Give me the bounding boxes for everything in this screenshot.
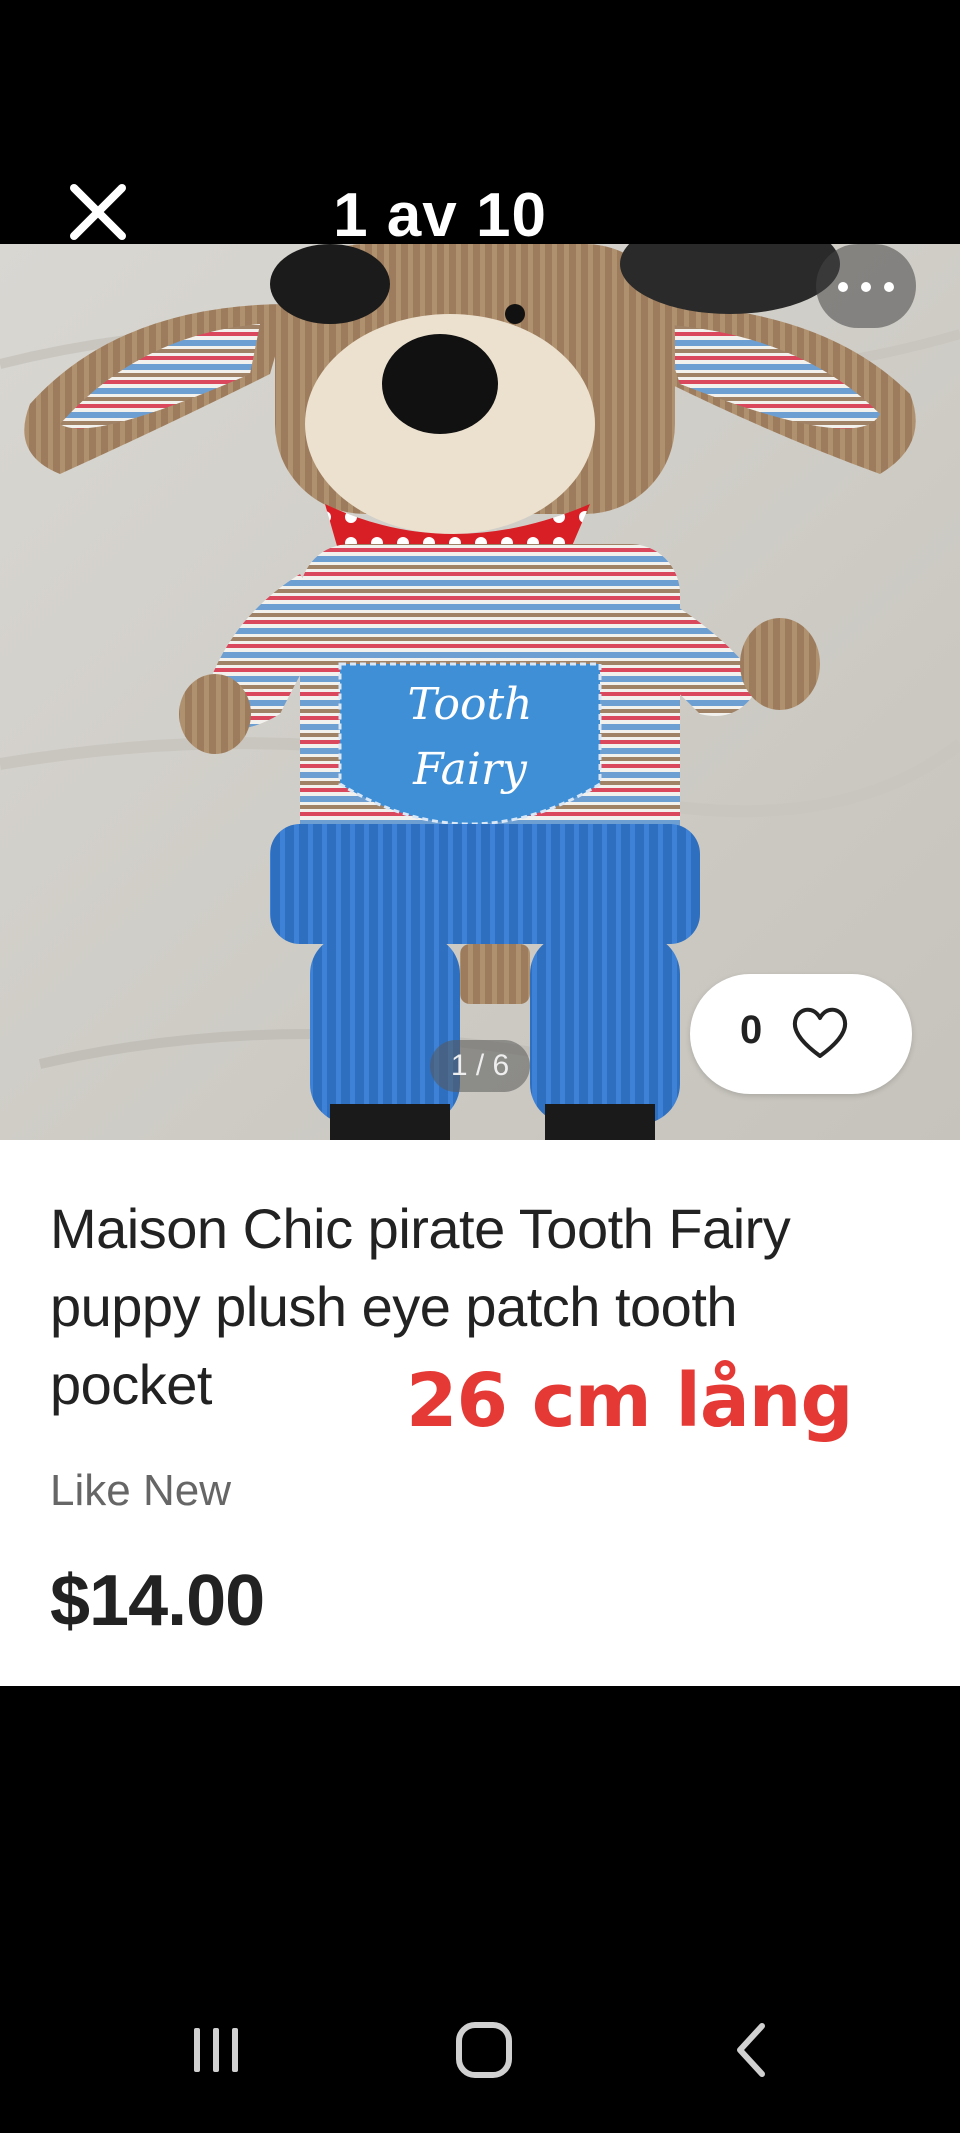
recents-button[interactable] xyxy=(176,2020,256,2080)
product-card: Maison Chic pirate Tooth Fairy puppy plu… xyxy=(0,1140,960,1686)
back-button[interactable] xyxy=(712,2020,792,2080)
viewer-top-bar: 1 av 10 xyxy=(0,0,960,250)
size-annotation: 26 cm lång xyxy=(406,1358,853,1444)
home-icon xyxy=(456,2022,512,2078)
back-icon xyxy=(737,2023,765,2077)
recents-icon xyxy=(194,2028,238,2072)
product-screenshot: Tooth Fairy 1 / 6 0 Maison Chic pirate T… xyxy=(0,244,960,1686)
system-nav-bar xyxy=(0,1990,960,2133)
pocket-text-line2: Fairy xyxy=(412,744,528,795)
product-condition: Like New xyxy=(50,1466,231,1515)
home-button[interactable] xyxy=(444,2020,524,2080)
more-options-button[interactable] xyxy=(816,244,916,328)
photo-page-indicator: 1 / 6 xyxy=(430,1040,530,1092)
heart-icon xyxy=(792,1007,848,1058)
image-counter: 1 av 10 xyxy=(333,181,547,250)
like-button[interactable]: 0 xyxy=(690,974,912,1094)
product-photo[interactable]: Tooth Fairy 1 / 6 0 xyxy=(0,244,960,1140)
pocket-text-line1: Tooth xyxy=(408,679,533,730)
product-price: $14.00 xyxy=(50,1561,265,1641)
like-count: 0 xyxy=(740,1008,763,1052)
